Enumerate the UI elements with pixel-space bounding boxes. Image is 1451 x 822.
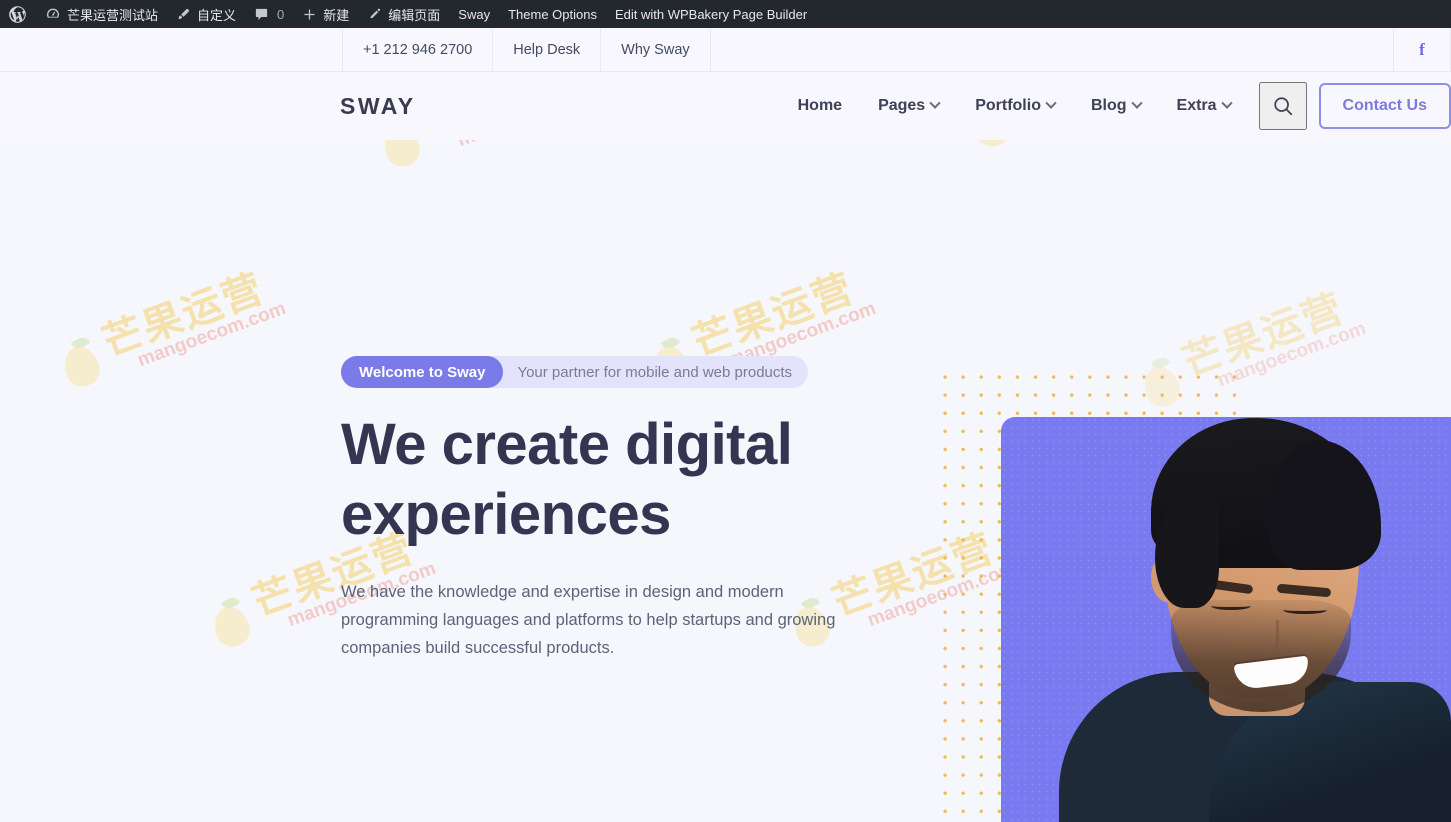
nav-item-home[interactable]: Home xyxy=(780,97,860,115)
adminbar-label: 新建 xyxy=(323,5,349,24)
plus-icon xyxy=(302,7,317,22)
adminbar-customize[interactable]: 自定义 xyxy=(167,0,245,28)
nav-item-portfolio[interactable]: Portfolio xyxy=(957,97,1073,115)
topbar-phone[interactable]: +1 212 946 2700 xyxy=(342,28,492,71)
topbar-help-desk[interactable]: Help Desk xyxy=(492,28,600,71)
adminbar-sway[interactable]: Sway xyxy=(449,0,499,28)
nav-label: Portfolio xyxy=(975,97,1041,115)
dashboard-icon xyxy=(45,6,61,22)
facebook-icon[interactable]: f xyxy=(1393,28,1451,71)
brush-icon xyxy=(176,7,191,22)
site-logo[interactable]: SWAY xyxy=(340,93,416,120)
adminbar-comments[interactable]: 0 xyxy=(245,0,293,28)
nav-item-extra[interactable]: Extra xyxy=(1159,97,1249,115)
chevron-down-icon xyxy=(1131,98,1142,109)
hero-badge-pill: Welcome to Sway xyxy=(341,356,503,388)
adminbar-label: 编辑页面 xyxy=(388,5,440,24)
search-icon[interactable] xyxy=(1259,82,1307,130)
chevron-down-icon xyxy=(930,98,941,109)
adminbar-label: 自定义 xyxy=(197,5,236,24)
topbar-why-sway[interactable]: Why Sway xyxy=(600,28,711,71)
chevron-down-icon xyxy=(1221,98,1232,109)
nav-label: Home xyxy=(798,97,842,115)
site-header: +1 212 946 2700 Help Desk Why Sway f SWA… xyxy=(0,28,1451,140)
adminbar-label: 芒果运营测试站 xyxy=(67,5,158,24)
contact-us-button[interactable]: Contact Us xyxy=(1319,83,1451,129)
hero-badge: Welcome to Sway Your partner for mobile … xyxy=(341,356,808,388)
hero-person-photo xyxy=(1059,368,1451,822)
adminbar-edit-page[interactable]: 编辑页面 xyxy=(358,0,449,28)
nav-label: Pages xyxy=(878,97,925,115)
wordpress-logo-icon xyxy=(8,5,27,24)
hero-title-line1: We create digital xyxy=(341,412,792,477)
adminbar-site-name[interactable]: 芒果运营测试站 xyxy=(36,0,167,28)
chevron-down-icon xyxy=(1045,98,1056,109)
nav-label: Blog xyxy=(1091,97,1127,115)
comment-icon xyxy=(254,7,269,22)
nav-item-pages[interactable]: Pages xyxy=(860,97,957,115)
top-bar: +1 212 946 2700 Help Desk Why Sway f xyxy=(0,28,1451,72)
hero-title-line2: experiences xyxy=(341,482,671,547)
top-bar-social: f xyxy=(1393,28,1451,71)
main-navigation: Home Pages Portfolio Blog Extra xyxy=(780,82,1451,130)
adminbar-theme-options[interactable]: Theme Options xyxy=(499,0,606,28)
hero-section: Welcome to Sway Your partner for mobile … xyxy=(0,140,1451,682)
adminbar-new[interactable]: 新建 xyxy=(293,0,358,28)
pencil-icon xyxy=(367,7,382,22)
adminbar-wordpress-logo[interactable] xyxy=(0,0,36,28)
hero-paragraph: We have the knowledge and expertise in d… xyxy=(341,578,841,662)
main-navbar: SWAY Home Pages Portfolio Blog Extra xyxy=(0,72,1451,140)
nav-item-blog[interactable]: Blog xyxy=(1073,97,1159,115)
nav-label: Extra xyxy=(1177,97,1217,115)
adminbar-edit-wpbakery[interactable]: Edit with WPBakery Page Builder xyxy=(606,0,816,28)
wp-admin-bar: 芒果运营测试站 自定义 0 新建 编辑页面 xyxy=(0,0,1451,28)
top-bar-links: +1 212 946 2700 Help Desk Why Sway xyxy=(342,28,711,71)
hero-badge-text: Your partner for mobile and web products xyxy=(503,364,792,381)
adminbar-comment-count: 0 xyxy=(277,7,284,22)
page-title: We create digital experiences xyxy=(341,410,901,550)
hero-copy: Welcome to Sway Your partner for mobile … xyxy=(341,356,901,662)
